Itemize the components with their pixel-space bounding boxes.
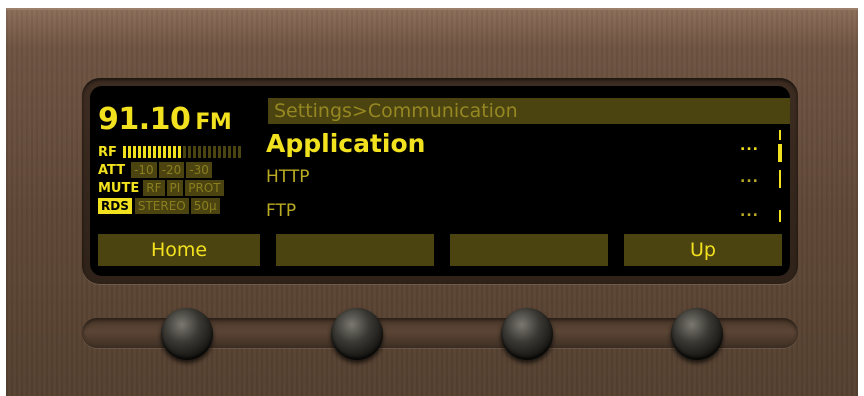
rf-level-segment [172,146,176,158]
breadcrumb: Settings>Communication [268,98,790,124]
rf-level-row: RF [98,144,243,160]
att-option-30: -30 [186,162,212,178]
knob-4[interactable] [671,308,723,360]
mute-label: MUTE [98,180,140,196]
softkey-home[interactable]: Home [98,234,260,266]
scrollbar-track-segment [779,170,781,188]
att-row: ATT -10 -20 -30 [98,162,212,178]
menu-scrollbar[interactable] [778,130,782,222]
mute-flag-prot: PROT [185,180,224,196]
rf-level-segment [162,146,166,158]
knob-2[interactable] [331,308,383,360]
rf-level-segment [227,146,231,158]
scrollbar-thumb[interactable] [778,144,782,162]
softkey-up[interactable]: Up [624,234,782,266]
att-option-10: -10 [131,162,157,178]
band-label: FM [195,110,232,135]
mute-row: MUTE RF PI PROT [98,180,224,196]
lcd-display: 91.10 FM RF ATT -10 -20 -30 MUTE RF PI PR… [90,86,790,276]
softkey-3[interactable] [450,234,608,266]
rf-level-meter [122,146,243,158]
mute-flag-pi: PI [166,180,184,196]
rf-level-segment [157,146,161,158]
menu-item-http[interactable]: HTTP [266,166,310,188]
rf-level-segment [147,146,151,158]
softkey-2[interactable] [276,234,434,266]
knob-3[interactable] [501,308,553,360]
rf-level-segment [197,146,201,158]
knob-1[interactable] [161,308,213,360]
scrollbar-tick-bottom [779,210,781,222]
menu-item-http-more-indicator: ... [740,170,759,186]
rf-level-segment [207,146,211,158]
menu-title-more-indicator: ... [740,138,759,154]
rf-level-segment [142,146,146,158]
menu-item-ftp[interactable]: FTP [266,200,296,222]
att-label: ATT [98,162,126,178]
rf-level-segment [152,146,156,158]
deemphasis-indicator: 50μ [190,198,220,214]
rf-level-segment [217,146,221,158]
stereo-indicator: STEREO [134,198,189,214]
scrollbar-tick-top [779,130,781,140]
menu-item-ftp-more-indicator: ... [740,204,759,220]
rf-level-segment [122,146,126,158]
rds-row: RDS STEREO 50μ [98,198,220,214]
att-option-20: -20 [158,162,185,178]
rf-level-segment [182,146,186,158]
menu-title[interactable]: Application [266,128,425,160]
rf-level-segment [137,146,141,158]
mute-flag-rf: RF [143,180,165,196]
rf-level-segment [177,146,181,158]
rf-level-segment [127,146,131,158]
rf-level-segment [187,146,191,158]
rds-indicator: RDS [98,198,132,214]
rf-level-segment [167,146,171,158]
frequency-value: 91.10 [98,102,191,137]
rf-level-segment [202,146,206,158]
rf-level-segment [192,146,196,158]
rf-level-segment [212,146,216,158]
rf-level-segment [237,146,241,158]
rf-level-segment [222,146,226,158]
rf-level-segment [232,146,236,158]
frequency-readout: 91.10 FM [98,102,232,139]
rf-label: RF [98,144,117,160]
rf-level-segment [132,146,136,158]
